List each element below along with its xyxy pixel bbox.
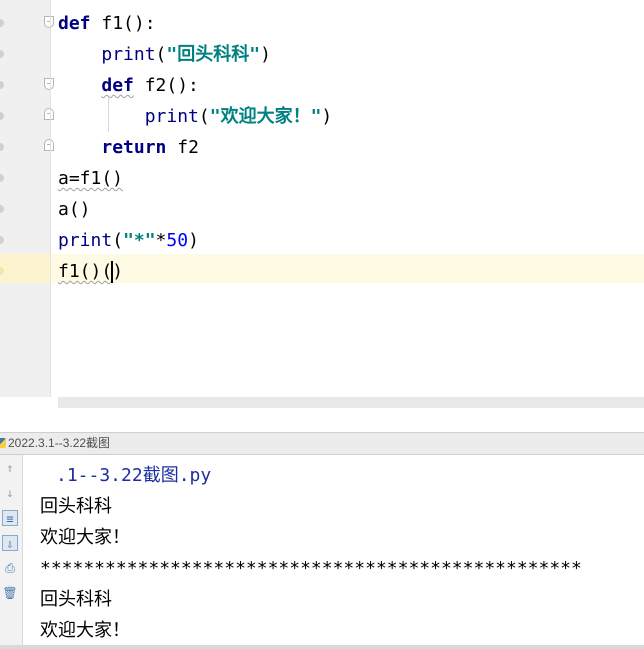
code-token: ) — [112, 261, 124, 282]
code-token: return — [101, 137, 167, 158]
gutter-marker — [0, 19, 4, 27]
code-token: ( — [198, 106, 210, 127]
gutter-marker — [0, 81, 4, 89]
bottom-scrollbar[interactable] — [0, 645, 644, 649]
code-token: ( — [155, 44, 167, 65]
code-line[interactable]: f1()() — [58, 256, 332, 287]
console-line: 回头科科 — [40, 496, 112, 517]
code-token: "欢迎大家！" — [209, 106, 322, 127]
code-line[interactable]: def f1(): — [58, 8, 332, 39]
run-tab-header[interactable]: 2022.3.1--3.22截图 — [0, 432, 644, 455]
code-line[interactable]: a() — [58, 194, 332, 225]
gutter-marker — [0, 50, 4, 58]
down-arrow-icon[interactable]: ↓ — [2, 485, 18, 501]
code-token: f2 — [166, 137, 199, 158]
code-token: a=f1() — [58, 168, 124, 189]
print-icon[interactable]: ⎙ — [2, 560, 18, 576]
code-token: "*" — [123, 230, 156, 251]
code-token: def — [101, 75, 134, 96]
horizontal-scrollbar[interactable] — [58, 397, 644, 408]
editor-gutter[interactable] — [0, 0, 54, 397]
trash-icon[interactable]: 🗑 — [2, 585, 18, 601]
run-tab-title[interactable]: 2022.3.1--3.22截图 — [8, 436, 110, 450]
scroll-to-end-icon[interactable]: ⇩ — [2, 535, 18, 551]
code-token: print — [144, 106, 199, 127]
console-line: 回头科科 — [40, 589, 112, 610]
code-line[interactable]: a=f1() — [58, 163, 332, 194]
python-file-icon — [0, 438, 6, 448]
code-line[interactable]: print("*"*50) — [58, 225, 332, 256]
fold-toggle-icon[interactable] — [44, 139, 54, 151]
fold-toggle-icon[interactable] — [44, 78, 54, 90]
gutter-marker — [0, 236, 4, 244]
code-token: f1(): — [90, 13, 156, 34]
gutter-current-line — [0, 254, 50, 283]
code-token: print — [101, 44, 156, 65]
code-text[interactable]: def f1(): print("回头科科") def f2(): print(… — [58, 8, 332, 287]
code-line[interactable]: return f2 — [58, 132, 332, 163]
gutter-marker — [0, 112, 4, 120]
console-line: 欢迎大家！ — [40, 527, 130, 548]
code-token: def — [58, 13, 91, 34]
console-script-path[interactable]: .1--3.22截图.py — [40, 460, 582, 491]
code-token: print — [58, 230, 113, 251]
code-token: f2(): — [133, 75, 199, 96]
gutter-marker — [0, 143, 4, 151]
up-arrow-icon[interactable]: ↑ — [2, 460, 18, 476]
code-token: * — [155, 230, 167, 251]
code-token: ) — [321, 106, 333, 127]
run-toolbar: ↑ ↓ ≡ ⇩ ⎙ 🗑 — [0, 455, 23, 649]
gutter-divider — [50, 0, 51, 397]
console-line: ****************************************… — [40, 558, 582, 579]
code-editor[interactable]: def f1(): print("回头科科") def f2(): print(… — [0, 0, 644, 410]
console-line: 欢迎大家！ — [40, 620, 130, 641]
soft-wrap-icon[interactable]: ≡ — [2, 510, 18, 526]
code-line[interactable]: print("回头科科") — [58, 39, 332, 70]
fold-toggle-icon[interactable] — [44, 16, 54, 28]
console-output[interactable]: .1--3.22截图.py 回头科科 欢迎大家！ ******************… — [40, 460, 582, 646]
code-token: 50 — [166, 230, 189, 251]
code-token: ) — [188, 230, 199, 251]
code-token: a() — [58, 199, 91, 220]
code-token: "回头科科" — [166, 44, 261, 65]
fold-toggle-icon[interactable] — [44, 108, 54, 120]
code-line[interactable]: print("欢迎大家！") — [58, 101, 333, 132]
code-token: ( — [112, 230, 124, 251]
code-token: ) — [260, 44, 271, 65]
code-line[interactable]: def f2(): — [58, 70, 332, 101]
code-token: f1()( — [58, 261, 113, 282]
gutter-marker — [0, 205, 4, 213]
gutter-marker — [0, 174, 4, 182]
